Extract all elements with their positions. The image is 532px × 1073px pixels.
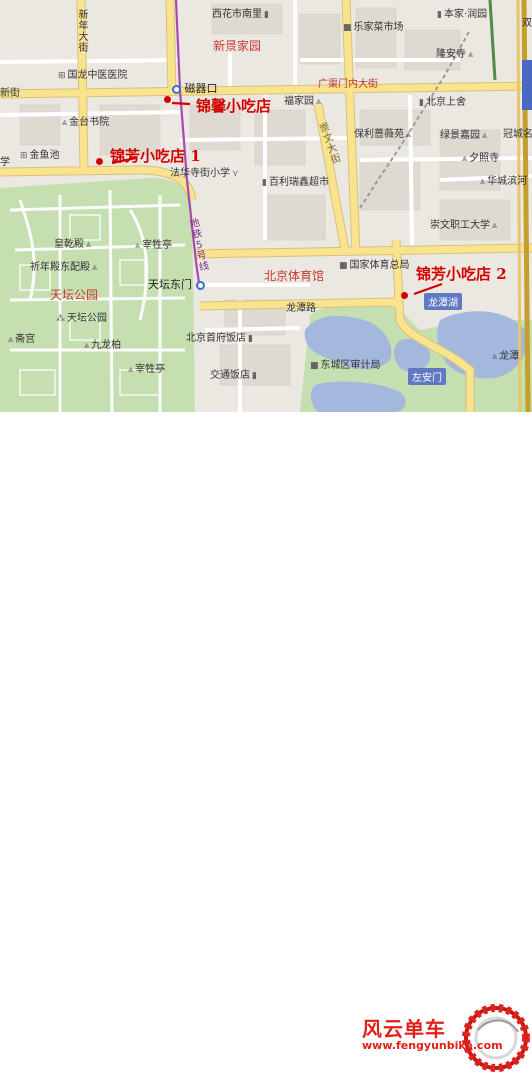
poi-xue: 学 (0, 157, 10, 168)
hotel-icon: ▮ (248, 334, 253, 344)
logo-url: www.fengyunbike.com (362, 1039, 503, 1052)
hospital-icon: ⊞ (58, 71, 66, 81)
poi-chongwen-univ: 崇文职工大学 ⩓ (430, 220, 498, 231)
building-icon: ■ (339, 261, 348, 271)
annotation-jinfang2: 锦芳小吃店 2 (416, 265, 507, 283)
poi-hospital: ⊞ 国龙中医医院 (58, 70, 128, 81)
metro-icon (172, 84, 181, 94)
poi-baili: ▮ 百利瑞鑫超市 (262, 177, 329, 188)
poi-xizhao: ⩓ 夕照寺 (462, 153, 500, 164)
shop-icon: ▮ (262, 178, 267, 188)
poi-fuyuan: 福家园 ⩓ (284, 96, 322, 107)
poi-zaisheng2: ⩓ 宰牲亭 (128, 364, 166, 375)
poi-shoufu: 北京首府饭店 ▮ (186, 333, 253, 344)
fengyun-bike-logo: 风云单车 www.fengyunbike.com (356, 1003, 532, 1073)
hotel-icon: ▮ (252, 371, 257, 381)
map-graphics (0, 0, 532, 412)
poi-lvmeng: 绿景嘉园 ⩓ (440, 130, 488, 141)
poi-bjshangshe: ▮ 北京上舍 (419, 97, 466, 108)
poi-zaisheng: ⩓ 宰牲亭 (135, 240, 173, 251)
poi-shuang: 双 (522, 18, 532, 29)
landmark-icon: ⊞ (20, 151, 28, 161)
annotation-jinxin: 锦馨小吃店 (196, 97, 272, 115)
poi-jinyu: ⊞ 金鱼池 (20, 150, 60, 161)
badge-longtanhu[interactable]: 龙潭湖 (424, 293, 462, 310)
station-ciqikou[interactable]: 磁器口 (172, 80, 218, 96)
park-icon: ⁂ (56, 314, 65, 324)
building-icon: ▮ (419, 98, 424, 108)
place-jingyuan: 新景家园 (213, 39, 262, 53)
landmark-icon: ⩓ (8, 335, 14, 345)
badge-zuoanmen[interactable]: 左安门 (408, 368, 446, 385)
landmark-icon: ⩓ (135, 241, 141, 251)
road-label-west: 新街 (0, 88, 20, 99)
poi-jiaotong: 交通饭店 ▮ (210, 370, 257, 381)
poi-fahua: 法华寺街小学 ⋎ (170, 168, 239, 179)
landmark-icon: ⩓ (128, 365, 134, 375)
poi-benjia: ▮ 本家·润园 (437, 9, 488, 20)
landmark-icon: ⩓ (86, 240, 92, 250)
place-stadium: 北京体育馆 (264, 269, 325, 283)
metro-icon (195, 280, 205, 290)
poi-longan: 隆安寺 ⩓ (436, 49, 474, 60)
poi-baoli: 保利蔷薇苑 ⩓ (354, 129, 412, 140)
building-icon: ▮ (437, 10, 442, 20)
poi-zhaigong: ⩓ 斋宫 (8, 334, 36, 345)
building-icon: ■ (310, 361, 319, 371)
pin-jinfang2[interactable] (401, 292, 408, 299)
road-label-north-avenue: 新年大街 (78, 10, 89, 54)
place-tiantan-park: 天坛公园 (50, 288, 99, 302)
school-icon: ⩓ (492, 221, 498, 231)
logo-brand: 风云单车 (362, 1017, 446, 1041)
residence-icon: ⩓ (480, 177, 486, 187)
school-icon: ⋎ (232, 169, 239, 179)
poi-xihuashi: 西花市南里 ▮ (212, 9, 269, 20)
poi-guanyu: 冠城名 (503, 129, 532, 140)
shop-icon: ■ (343, 23, 352, 33)
temple-icon: ⩓ (468, 50, 474, 60)
poi-jintai: ⩓ 金台书院 (62, 117, 110, 128)
landmark-icon: ⩓ (92, 263, 98, 273)
poi-huanggan: 皇乾殿 ⩓ (54, 239, 92, 250)
poi-longtan-east: ⩓ 龙潭 (492, 351, 520, 362)
road-label-lake: 龙潭路 (286, 303, 316, 314)
residence-icon: ⩓ (316, 97, 322, 107)
temple-icon: ⩓ (462, 154, 468, 164)
poi-lejia: ■ 乐家菜市场 (343, 22, 404, 33)
poi-huacheng: ⩓ 华城滨河 (480, 176, 528, 187)
residence-icon: ⩓ (482, 131, 488, 141)
residence-icon: ⩓ (406, 130, 412, 140)
poi-guojia: ■ 国家体育总局 (339, 260, 410, 271)
park-icon: ⩓ (492, 352, 498, 362)
poi-tiantan: ⁂ 天坛公园 (56, 313, 107, 324)
road-label-main: 广渠门内大街 (318, 79, 378, 90)
pin-jinfang1[interactable] (96, 158, 103, 165)
building-icon: ▮ (264, 10, 269, 20)
landmark-icon: ⩓ (62, 118, 68, 128)
landmark-icon: ⩓ (84, 341, 90, 351)
poi-qinian: 祈年殿东配殿 ⩓ (30, 262, 98, 273)
pin-jinxin[interactable] (164, 96, 171, 103)
annotation-jinfang1: 锦芳小吃店 1 (110, 147, 201, 165)
poi-jiulongbai: ⩓ 九龙柏 (84, 340, 122, 351)
map-view[interactable]: 广渠门内大街 新街 新年大街 龙潭路 地铁5号线 崇文大街 天坛公园 北京体育馆… (0, 0, 532, 412)
poi-dongcheng: ■ 东城区审计局 (310, 360, 381, 371)
station-tiantan-dongmen[interactable]: 天坛东门 (148, 276, 205, 292)
